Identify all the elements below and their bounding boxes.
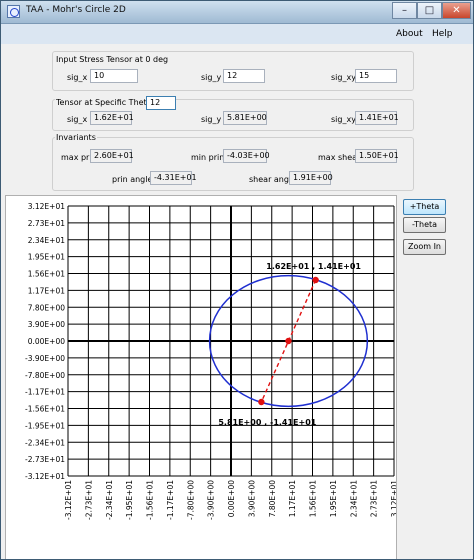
theta-sig-y-field: 5.81E+00 (223, 111, 267, 125)
y-tick-label: 0.00E+00 (28, 337, 65, 346)
y-tick-label: 1.17E+01 (28, 286, 65, 295)
y-tick-label: -1.95E+01 (25, 421, 65, 430)
x-tick-label: -3.12E+01 (64, 480, 73, 520)
minus-theta-button[interactable]: -Theta (403, 217, 446, 233)
prin-angle-field: -4.31E+01 (150, 171, 197, 185)
client-area: Input Stress Tensor at 0 deg sig_x 10 si… (1, 45, 473, 559)
stress-point (312, 276, 319, 284)
theta-sig-xy-field: 1.41E+01 (355, 111, 399, 125)
max-shear-label: max shear (318, 153, 361, 162)
stress-point-label: 5.81E+00 , -1.41E+01 (218, 418, 316, 427)
x-tick-label: 1.56E+01 (309, 480, 318, 517)
theta-sig-xy-label: sig_xy (331, 115, 356, 124)
x-tick-label: -3.90E+00 (207, 480, 216, 520)
mohr-circle-plot: 3.12E+01 2.73E+01 2.34E+01 1.95E+01 1.56E+01… (5, 195, 399, 559)
input-sig-x-label: sig_x (67, 73, 88, 82)
x-tick-label: 3.12E+01 (390, 480, 396, 517)
zoom-in-button[interactable]: Zoom In (403, 239, 446, 255)
x-tick-label: 0.00E+00 (227, 480, 236, 517)
window-title: TAA - Mohr's Circle 2D (26, 5, 126, 15)
stress-point (258, 398, 265, 406)
x-tick-label: 2.73E+01 (370, 480, 379, 517)
invariants-group (52, 137, 414, 191)
y-tick-label: 1.95E+01 (28, 253, 65, 262)
x-tick-label: -2.34E+01 (105, 480, 114, 520)
plus-theta-button[interactable]: +Theta (403, 199, 446, 215)
y-tick-label: -3.12E+01 (25, 472, 65, 481)
menu-about[interactable]: About (396, 29, 423, 39)
prin-angle-label: prin angle (112, 175, 153, 184)
minimize-button[interactable]: – (392, 2, 417, 19)
theta-sig-y-label: sig_y (201, 115, 222, 124)
x-tick-label: -7.80E+00 (186, 480, 195, 520)
shear-angle-field: 1.91E+00 (289, 171, 333, 185)
y-tick-label: -3.90E+00 (25, 354, 65, 363)
x-tick-label: 2.34E+01 (349, 480, 358, 517)
app-icon (7, 5, 20, 18)
y-tick-label: -2.73E+01 (25, 455, 65, 464)
y-tick-label: 7.80E+00 (28, 303, 65, 312)
x-tick-label: -1.95E+01 (125, 480, 134, 520)
x-tick-label: 3.90E+00 (247, 480, 256, 517)
y-tick-label: 3.90E+00 (28, 320, 65, 329)
menu-help[interactable]: Help (432, 29, 453, 39)
app-window: TAA - Mohr's Circle 2D – □ ✕ About Help … (0, 0, 474, 560)
menu-bar: About Help (1, 24, 473, 44)
maximize-button[interactable]: □ (417, 2, 442, 19)
input-sig-xy-field[interactable]: 15 (355, 69, 397, 83)
input-sig-xy-label: sig_xy (331, 73, 356, 82)
theta-sig-x-field: 1.62E+01 (90, 111, 134, 125)
y-tick-label: -2.34E+01 (25, 438, 65, 447)
y-tick-label: -1.56E+01 (25, 405, 65, 414)
title-bar[interactable]: TAA - Mohr's Circle 2D – □ ✕ (1, 1, 473, 24)
theta-field[interactable]: 12 (146, 96, 176, 110)
x-tick-label: -2.73E+01 (84, 480, 93, 520)
circle-center-point (285, 337, 292, 345)
y-tick-label: -1.17E+01 (25, 388, 65, 397)
y-tick-label: 3.12E+01 (28, 202, 65, 211)
input-sig-y-field[interactable]: 12 (223, 69, 265, 83)
max-prin-field: 2.60E+01 (90, 149, 134, 163)
min-prin-label: min prin (191, 153, 225, 162)
min-prin-field: -4.03E+00 (223, 149, 270, 163)
x-tick-label: 7.80E+00 (268, 480, 277, 517)
x-tick-label: 1.17E+01 (288, 480, 297, 517)
y-tick-label: -7.80E+00 (25, 371, 65, 380)
mohr-circle-chart: 3.12E+01 2.73E+01 2.34E+01 1.95E+01 1.56E+01… (25, 202, 399, 520)
x-tick-label: 1.95E+01 (329, 480, 338, 517)
input-sig-x-field[interactable]: 10 (90, 69, 138, 83)
theta-sig-x-label: sig_x (67, 115, 88, 124)
x-tick-label: -1.56E+01 (146, 480, 155, 520)
close-button[interactable]: ✕ (442, 2, 471, 19)
y-tick-label: 2.34E+01 (28, 236, 65, 245)
invariants-label: Invariants (55, 133, 97, 142)
input-sig-y-label: sig_y (201, 73, 222, 82)
x-tick-label: -1.17E+01 (166, 480, 175, 520)
input-stress-label: Input Stress Tensor at 0 deg (55, 55, 170, 64)
max-shear-field: 1.50E+01 (355, 149, 399, 163)
y-tick-label: 2.73E+01 (28, 219, 65, 228)
y-tick-label: 1.56E+01 (28, 270, 65, 279)
stress-point-label: 1.62E+01 , 1.41E+01 (266, 262, 361, 271)
